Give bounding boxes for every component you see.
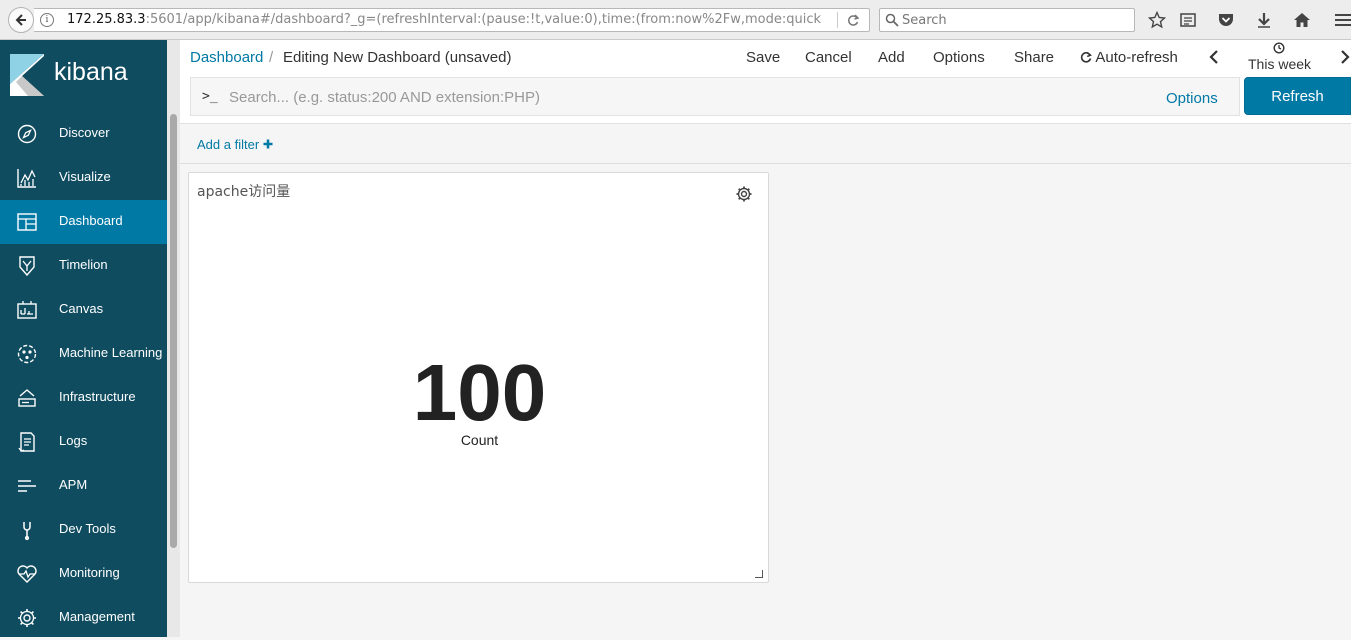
info-icon[interactable]: i <box>40 13 54 27</box>
filter-bar: Add a filter <box>180 124 1351 164</box>
logs-icon <box>18 432 35 452</box>
sidebar-item-dev-tools[interactable]: Dev Tools <box>0 508 167 552</box>
reading-list-icon[interactable] <box>1178 10 1198 30</box>
gear-icon <box>18 609 36 627</box>
sidebar-item-canvas[interactable]: Canvas <box>0 288 167 332</box>
query-bar: >_ Options Refresh <box>180 75 1351 124</box>
sidebar-item-label: Monitoring <box>59 565 120 580</box>
heartbeat-icon <box>17 565 37 583</box>
options-button[interactable]: Options <box>933 49 985 66</box>
sidebar-item-label: Management <box>59 609 135 624</box>
metric-label: Count <box>460 432 499 448</box>
sidebar-scrollbar-thumb[interactable] <box>170 114 177 548</box>
dashboard-panel[interactable]: apache访问量 100 Count <box>188 172 769 583</box>
query-input-container[interactable]: >_ Options <box>190 77 1240 116</box>
time-previous-button[interactable] <box>1209 50 1219 68</box>
sidebar-item-label: Logs <box>59 433 88 448</box>
sidebar-item-visualize[interactable]: Visualize <box>0 156 167 200</box>
compass-icon <box>17 124 37 144</box>
sidebar-item-dashboard[interactable]: Dashboard <box>0 200 167 244</box>
sidebar-item-management[interactable]: Management <box>0 596 167 640</box>
ml-icon <box>17 344 37 364</box>
sidebar-item-label: Infrastructure <box>59 389 136 404</box>
refresh-button[interactable]: Refresh <box>1244 77 1351 115</box>
page-title: Editing New Dashboard (unsaved) <box>283 49 512 66</box>
infrastructure-icon <box>18 389 36 407</box>
sidebar-item-label: APM <box>59 477 88 492</box>
sidebar-item-apm[interactable]: APM <box>0 464 167 508</box>
add-button[interactable]: Add <box>878 49 905 66</box>
back-button[interactable] <box>8 7 34 33</box>
save-button[interactable]: Save <box>746 49 780 66</box>
sidebar-item-label: Visualize <box>59 169 111 184</box>
sidebar-item-discover[interactable]: Discover <box>0 112 167 156</box>
time-range-picker[interactable]: This week <box>1248 56 1311 72</box>
browser-search-input[interactable] <box>902 11 1128 29</box>
sidebar-item-label: Timelion <box>59 257 108 272</box>
url-divider <box>837 12 838 28</box>
arrow-left-icon <box>15 14 26 26</box>
auto-refresh-label: Auto-refresh <box>1095 49 1178 66</box>
panel-title: apache访问量 <box>197 184 291 200</box>
sidebar-item-label: Canvas <box>59 301 104 316</box>
auto-refresh-button[interactable]: Auto-refresh <box>1080 49 1178 66</box>
address-bar[interactable]: i 172.25.83.3:5601/app/kibana#/dashboard… <box>34 8 870 32</box>
download-icon[interactable] <box>1254 10 1274 30</box>
star-icon[interactable] <box>1147 10 1167 30</box>
breadcrumb-separator: / <box>269 49 274 66</box>
chevron-right-icon <box>1341 50 1350 64</box>
sidebar-item-infrastructure[interactable]: Infrastructure <box>0 376 167 420</box>
hamburger-menu-icon[interactable] <box>1333 10 1351 30</box>
sidebar-item-logs[interactable]: Logs <box>0 420 167 464</box>
query-options-link[interactable]: Options <box>1166 90 1218 107</box>
panel-resize-handle[interactable] <box>755 570 763 578</box>
refresh-icon <box>1080 51 1093 63</box>
cancel-button[interactable]: Cancel <box>805 49 852 66</box>
query-prompt-icon: >_ <box>202 89 218 104</box>
pocket-icon[interactable] <box>1216 10 1236 30</box>
kibana-logo-text[interactable]: kibana <box>54 58 128 87</box>
browser-search-box[interactable] <box>879 8 1135 32</box>
sidebar-item-label: Dev Tools <box>59 521 116 536</box>
sidebar-item-timelion[interactable]: Timelion <box>0 244 167 288</box>
breadcrumb-dashboard[interactable]: Dashboard <box>190 49 263 66</box>
kibana-logo-icon[interactable] <box>10 54 44 100</box>
home-icon[interactable] <box>1292 10 1312 30</box>
wrench-icon <box>23 522 31 541</box>
kibana-sidebar: kibana Discover Visualize Dashboard Time… <box>0 40 180 637</box>
sidebar-item-label: Dashboard <box>59 213 123 228</box>
metric-value: 100 <box>412 348 547 437</box>
url-text: 172.25.83.3:5601/app/kibana#/dashboard?_… <box>67 12 822 27</box>
time-next-button[interactable] <box>1340 50 1350 68</box>
apm-icon <box>18 480 36 492</box>
sidebar-item-label: Discover <box>59 125 110 140</box>
timelion-icon <box>19 256 35 277</box>
browser-toolbar: i 172.25.83.3:5601/app/kibana#/dashboard… <box>0 0 1351 40</box>
search-icon <box>885 13 899 27</box>
dashboard-top-nav: Dashboard / Editing New Dashboard (unsav… <box>180 40 1351 75</box>
sidebar-item-machine-learning[interactable]: Machine Learning <box>0 332 167 376</box>
plus-icon <box>263 139 273 149</box>
chevron-left-icon <box>1209 50 1218 64</box>
gear-icon[interactable] <box>735 185 753 203</box>
reload-icon[interactable] <box>846 9 860 31</box>
dashboard-icon <box>17 213 37 231</box>
share-button[interactable]: Share <box>1014 49 1054 66</box>
sidebar-item-monitoring[interactable]: Monitoring <box>0 552 167 596</box>
query-input[interactable] <box>229 87 1129 107</box>
chart-icon <box>17 169 36 188</box>
add-filter-label: Add a filter <box>197 137 260 152</box>
add-filter-button[interactable]: Add a filter <box>197 137 273 152</box>
canvas-icon <box>17 301 37 319</box>
sidebar-item-label: Machine Learning <box>59 345 163 360</box>
